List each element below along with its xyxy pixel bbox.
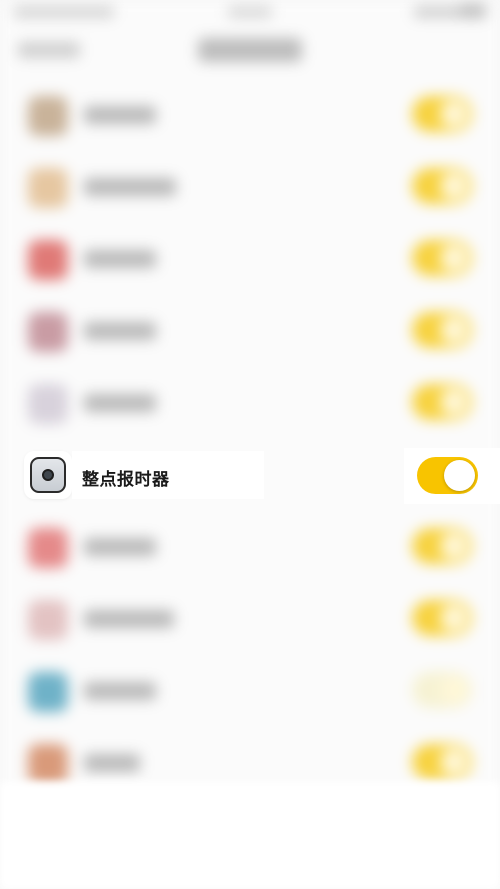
- toggle-switch[interactable]: [417, 457, 478, 494]
- battery-icon: [460, 4, 486, 18]
- toggle-switch: [412, 600, 472, 636]
- status-bar: [0, 0, 500, 26]
- camera-lens-icon: [42, 469, 54, 481]
- toggle-switch: [412, 168, 472, 204]
- back-button: [18, 42, 80, 58]
- list-item: [0, 510, 500, 582]
- toggle-switch: [412, 744, 472, 780]
- app-icon: [28, 744, 68, 784]
- camera-icon: [30, 457, 66, 493]
- app-icon: [28, 168, 68, 208]
- app-icon: [28, 384, 68, 424]
- focused-list-item[interactable]: 整点报时器: [0, 440, 500, 512]
- list-item-label: [84, 394, 156, 412]
- list-item: [0, 222, 500, 294]
- page-title: [198, 38, 302, 62]
- list-item: [0, 150, 500, 222]
- list-item-label: [84, 682, 156, 700]
- list-item: [0, 294, 500, 366]
- list-item-label: [84, 538, 156, 556]
- bottom-fade: [0, 782, 500, 889]
- toggle-switch: [412, 384, 472, 420]
- list-item: [0, 582, 500, 654]
- toggle-switch: [412, 672, 472, 708]
- app-icon: [28, 672, 68, 712]
- toggle-knob: [444, 460, 475, 491]
- toggle-container: [404, 448, 500, 504]
- list-item-label: [84, 610, 174, 628]
- status-bar-carrier: [14, 6, 114, 18]
- list-item-label: [84, 106, 156, 124]
- app-icon: [28, 312, 68, 352]
- app-icon: [28, 240, 68, 280]
- list-item: [0, 366, 500, 438]
- app-icon: [28, 600, 68, 640]
- nav-bar: [0, 26, 500, 74]
- toggle-switch: [412, 96, 472, 132]
- list-item-label: [84, 178, 176, 196]
- toggle-switch: [412, 312, 472, 348]
- list-item-label-container: 整点报时器: [72, 451, 264, 499]
- list-item-label: [84, 322, 156, 340]
- list-item-label: [84, 754, 140, 772]
- toggle-switch: [412, 528, 472, 564]
- list-item-label: 整点报时器: [82, 470, 170, 490]
- app-icon: [28, 528, 68, 568]
- toggle-switch: [412, 240, 472, 276]
- list-item-label: [84, 250, 156, 268]
- app-icon: [28, 96, 68, 136]
- list-item: [0, 78, 500, 150]
- app-icon-container: [24, 451, 72, 499]
- status-bar-time: [228, 6, 272, 18]
- list-item: [0, 654, 500, 726]
